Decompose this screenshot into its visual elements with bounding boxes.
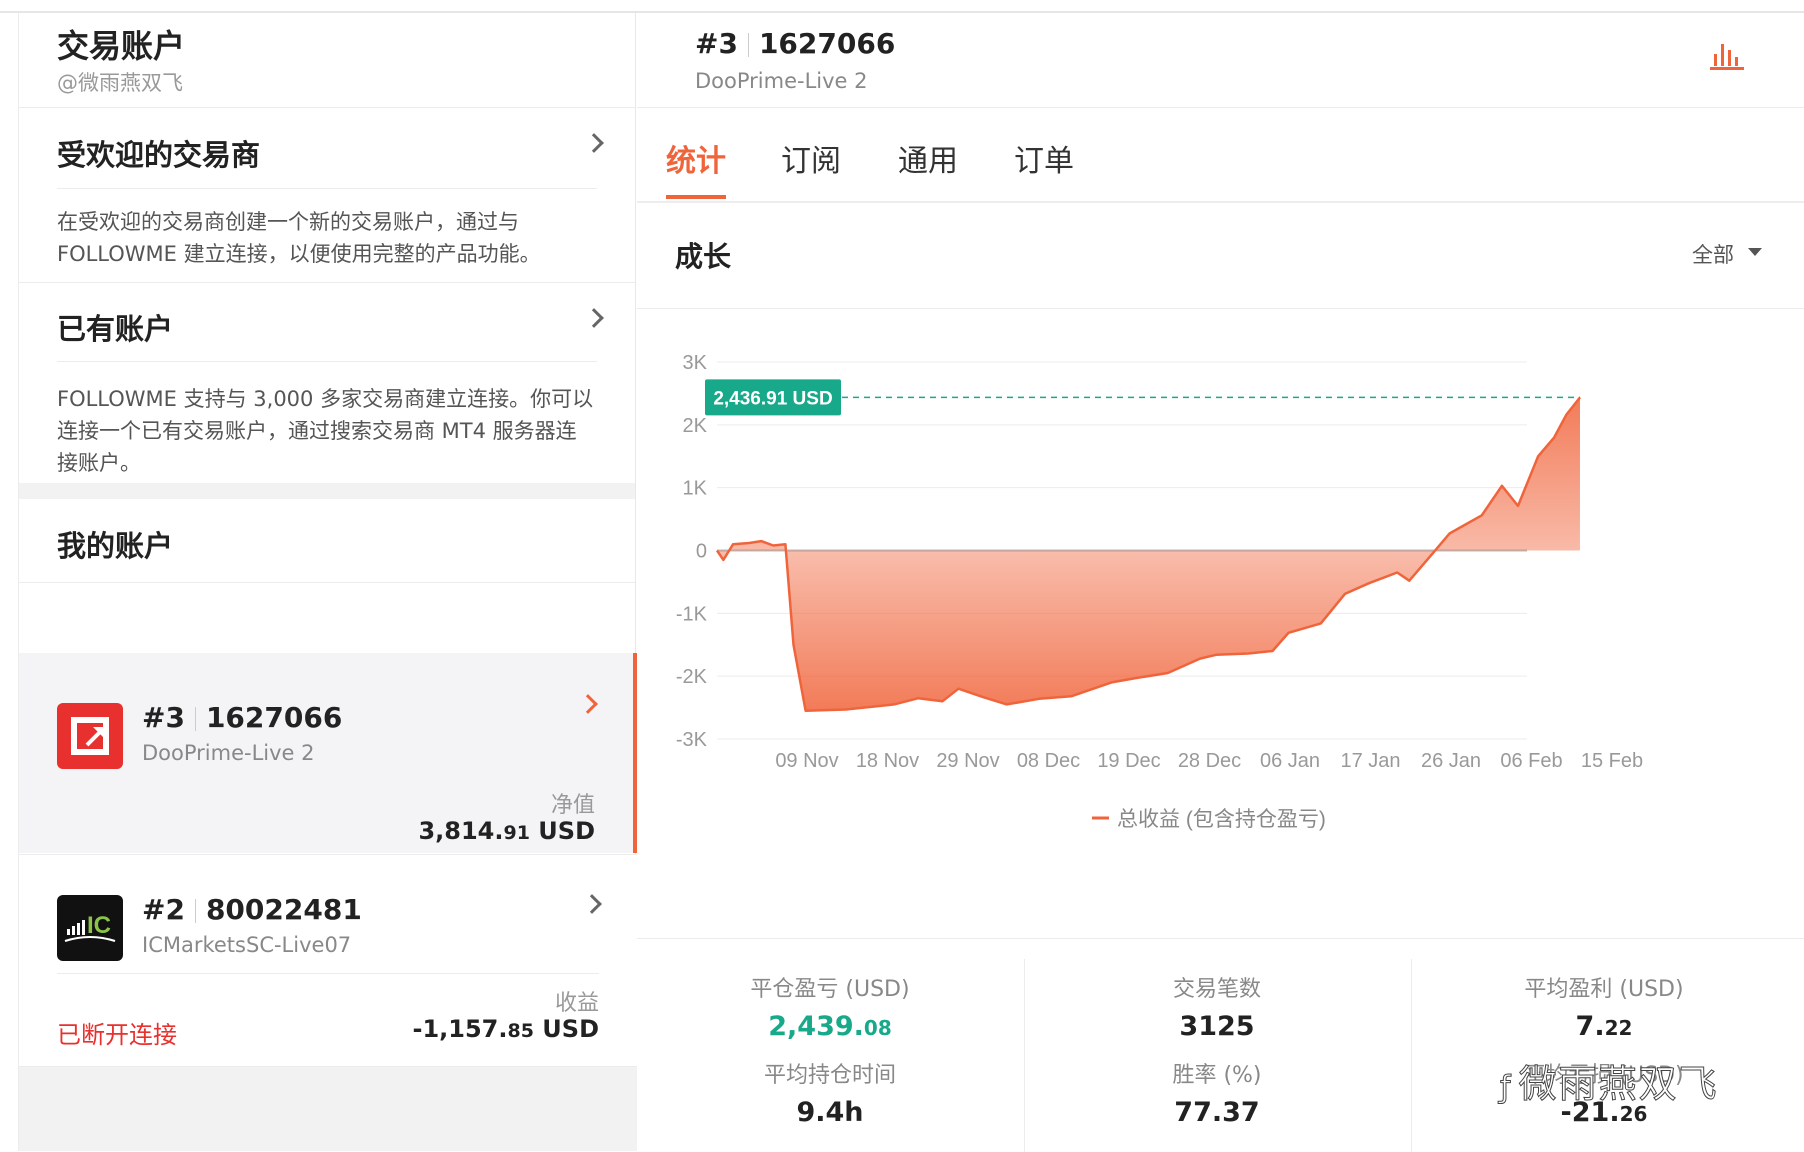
my-accounts-title: 我的账户 [57, 529, 174, 563]
account-server: ICMarketsSC-Live07 [142, 933, 352, 957]
detail-server: DooPrime-Live 2 [695, 69, 868, 93]
y-tick-label: -1K [676, 603, 708, 625]
y-tick-label: 3K [683, 352, 708, 374]
chart-area [715, 396, 1581, 712]
existing-account-section[interactable]: 已有账户 FOLLOWME 支持与 3,000 多家交易商建立连接。你可以连接一… [19, 283, 635, 483]
detail-account-number: #3 1627066 [695, 27, 896, 60]
tab-subscribe[interactable]: 订阅 [781, 136, 841, 180]
y-tick-label: 0 [696, 541, 707, 563]
stat-label: 平均盈利 (USD) [1524, 977, 1684, 1002]
y-tick-label: 1K [683, 478, 708, 500]
current-value-marker: 2,436.91 USD [705, 379, 1580, 416]
x-tick-label: 19 Dec [1097, 750, 1160, 772]
x-tick-label: 17 Jan [1340, 750, 1400, 772]
tab-stats[interactable]: 统计 [666, 136, 726, 180]
x-tick-label: 18 Nov [856, 750, 919, 772]
chevron-right-icon[interactable] [582, 894, 602, 914]
x-tick-label: 09 Nov [775, 750, 838, 772]
range-filter[interactable]: 全部 [1692, 239, 1734, 269]
current-value-text: 2,436.91 USD [713, 388, 832, 409]
popular-brokers-section[interactable]: 受欢迎的交易商 在受欢迎的交易商创建一个新的交易账户，通过与 FOLLOWME … [19, 108, 635, 282]
account-header: 交易账户 @微雨燕双飞 [19, 13, 635, 108]
account-card-selected[interactable]: #3 1627066 DooPrime-Live 2 净值 3,814.91 US… [19, 653, 637, 853]
x-tick-label: 29 Nov [936, 750, 999, 772]
divider [1024, 959, 1025, 1152]
x-tick-label: 08 Dec [1017, 750, 1080, 772]
chart-legend: 总收益 (包含持仓盈亏) [1092, 808, 1326, 831]
x-tick-label: 26 Jan [1421, 750, 1481, 772]
equity-value: 3,814.91 USD [418, 817, 595, 845]
stat-label: 平均持仓时间 [763, 1063, 896, 1088]
profit-label: 收益 [554, 991, 599, 1016]
y-tick-label: 2K [683, 415, 708, 437]
active-tab-indicator [666, 195, 726, 199]
watermark: ƒ 微雨燕双飞 [1500, 1062, 1719, 1107]
growth-title: 成长 [675, 240, 732, 273]
account-number: #3 1627066 [142, 701, 343, 734]
detail-header: #3 1627066 DooPrime-Live 2 [637, 13, 1804, 108]
stat-label: 交易笔数 [1172, 977, 1261, 1002]
stat-label: 平仓盈亏 (USD) [750, 977, 910, 1002]
top-border [0, 0, 1804, 13]
chevron-right-icon[interactable] [584, 133, 604, 153]
stat-item: 交易笔数 3125 [1067, 971, 1367, 1042]
y-tick-label: -3K [676, 729, 708, 751]
growth-chart: 3K 2K 1K 0 -1K -2K -3K 09 Nov 18 Nov 29 Nov 08 De… [676, 352, 1643, 831]
stat-item: 平均盈利 (USD) 7.22 [1454, 971, 1754, 1042]
stat-value: 9.4h [796, 1097, 864, 1128]
area-fill-negative [717, 550, 1580, 711]
stats-panel: 平仓盈亏 (USD) 2,439.08 交易笔数 3125 平均盈利 (USD) 7.22… [637, 938, 1804, 1152]
stat-value: 2,439.08 [768, 1011, 892, 1042]
stat-item: 平仓盈亏 (USD) 2,439.08 [680, 971, 980, 1042]
x-tick-label: 28 Dec [1178, 750, 1241, 772]
my-accounts-header: 我的账户 [19, 499, 635, 583]
chevron-right-icon[interactable] [578, 694, 598, 714]
divider [57, 361, 597, 362]
x-tick-label: 15 Feb [1581, 750, 1643, 772]
list-bottom [19, 1066, 637, 1151]
popular-brokers-desc: 在受欢迎的交易商创建一个新的交易账户，通过与 FOLLOWME 建立连接，以便使… [57, 210, 541, 266]
existing-account-desc: FOLLOWME 支持与 3,000 多家交易商建立连接。你可以连接一个已有交易… [57, 387, 594, 475]
page-title: 交易账户 [57, 27, 186, 65]
divider [1411, 959, 1412, 1152]
y-tick-label: -2K [676, 666, 708, 688]
account-number: #2 80022481 [142, 893, 362, 926]
stat-value: 3125 [1179, 1011, 1255, 1042]
account-server: DooPrime-Live 2 [142, 741, 315, 765]
divider [57, 188, 597, 189]
x-tick-label: 06 Feb [1500, 750, 1562, 772]
right-panel: #3 1627066 DooPrime-Live 2 统计 订阅 通用 订单 成长… [637, 13, 1804, 1152]
left-panel: 交易账户 @微雨燕双飞 受欢迎的交易商 在受欢迎的交易商创建一个新的交易账户，通… [18, 13, 637, 1151]
caret-down-icon[interactable] [1748, 248, 1762, 256]
profit-value: -1,157.85 USD [412, 1015, 599, 1043]
svg-text:IC: IC [87, 912, 111, 939]
stat-item: 胜率 (%) 77.37 [1067, 1057, 1367, 1128]
icmarkets-logo: IC [57, 895, 123, 961]
tab-orders[interactable]: 订单 [1014, 136, 1074, 180]
growth-header: 成长 全部 [637, 203, 1804, 309]
user-handle: @微雨燕双飞 [57, 71, 183, 95]
stat-value: 77.37 [1174, 1097, 1260, 1128]
existing-account-title: 已有账户 [57, 312, 174, 346]
equity-label: 净值 [550, 793, 595, 818]
x-tick-label: 06 Jan [1260, 750, 1320, 772]
divider [57, 973, 599, 974]
x-axis-labels: 09 Nov 18 Nov 29 Nov 08 Dec 19 Dec 28 Dec 06 J… [775, 750, 1643, 772]
stat-label: 胜率 (%) [1172, 1063, 1262, 1088]
tab-bar: 统计 订阅 通用 订单 [637, 108, 1804, 203]
stat-item: 平均持仓时间 9.4h [680, 1057, 980, 1128]
dooprime-logo [57, 703, 123, 769]
stat-value: 7.22 [1575, 1011, 1633, 1042]
legend-label: 总收益 (包含持仓盈亏) [1117, 808, 1326, 831]
section-gap [19, 483, 635, 499]
tab-general[interactable]: 通用 [898, 136, 958, 180]
disconnected-status: 已断开连接 [57, 1021, 177, 1049]
account-card[interactable]: IC #2 80022481 ICMarketsSC-Live07 收益 已断开连… [19, 854, 637, 1066]
chevron-right-icon[interactable] [584, 308, 604, 328]
popular-brokers-title: 受欢迎的交易商 [57, 138, 261, 172]
bar-chart-icon[interactable] [1709, 40, 1745, 72]
